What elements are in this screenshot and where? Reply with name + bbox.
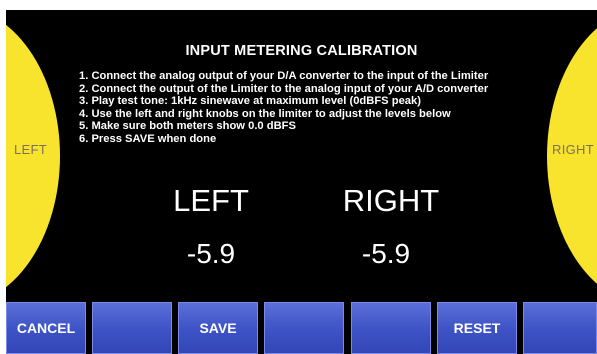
instruction-step: 1. Connect the analog output of your D/A…: [79, 70, 489, 82]
right-knob-label: RIGHT: [552, 142, 594, 157]
instructions-list: 1. Connect the analog output of your D/A…: [79, 70, 488, 146]
calibration-screen: LEFT RIGHT INPUT METERING CALIBRATION 1.…: [6, 10, 597, 354]
cancel-button[interactable]: CANCEL: [6, 302, 86, 354]
instruction-step: 2. Connect the output of the Limiter to …: [79, 82, 489, 95]
left-channel-label: LEFT: [173, 183, 249, 218]
blank-button-1[interactable]: [92, 302, 172, 354]
right-channel-label: RIGHT: [342, 183, 440, 218]
right-meter-value: -5.9: [361, 238, 411, 269]
blank-button-4[interactable]: [523, 302, 597, 354]
instruction-step: 4. Use the left and right knobs on the l…: [79, 107, 451, 120]
instruction-step: 6. Press SAVE when done: [79, 132, 217, 145]
instruction-step: 5. Make sure both meters show 0.0 dBFS: [79, 120, 296, 133]
button-bar: CANCEL SAVE RESET: [6, 300, 597, 354]
reset-button[interactable]: RESET: [437, 302, 517, 354]
left-knob-label: LEFT: [14, 142, 47, 157]
instruction-step: 3. Play test tone: 1kHz sinewave at maxi…: [79, 95, 421, 108]
save-button[interactable]: SAVE: [178, 302, 258, 354]
blank-button-2[interactable]: [264, 302, 344, 354]
left-meter-value: -5.9: [186, 238, 236, 269]
page-title: INPUT METERING CALIBRATION: [185, 43, 418, 59]
blank-button-3[interactable]: [351, 302, 431, 354]
device-frame: LEFT RIGHT INPUT METERING CALIBRATION 1.…: [0, 0, 597, 354]
